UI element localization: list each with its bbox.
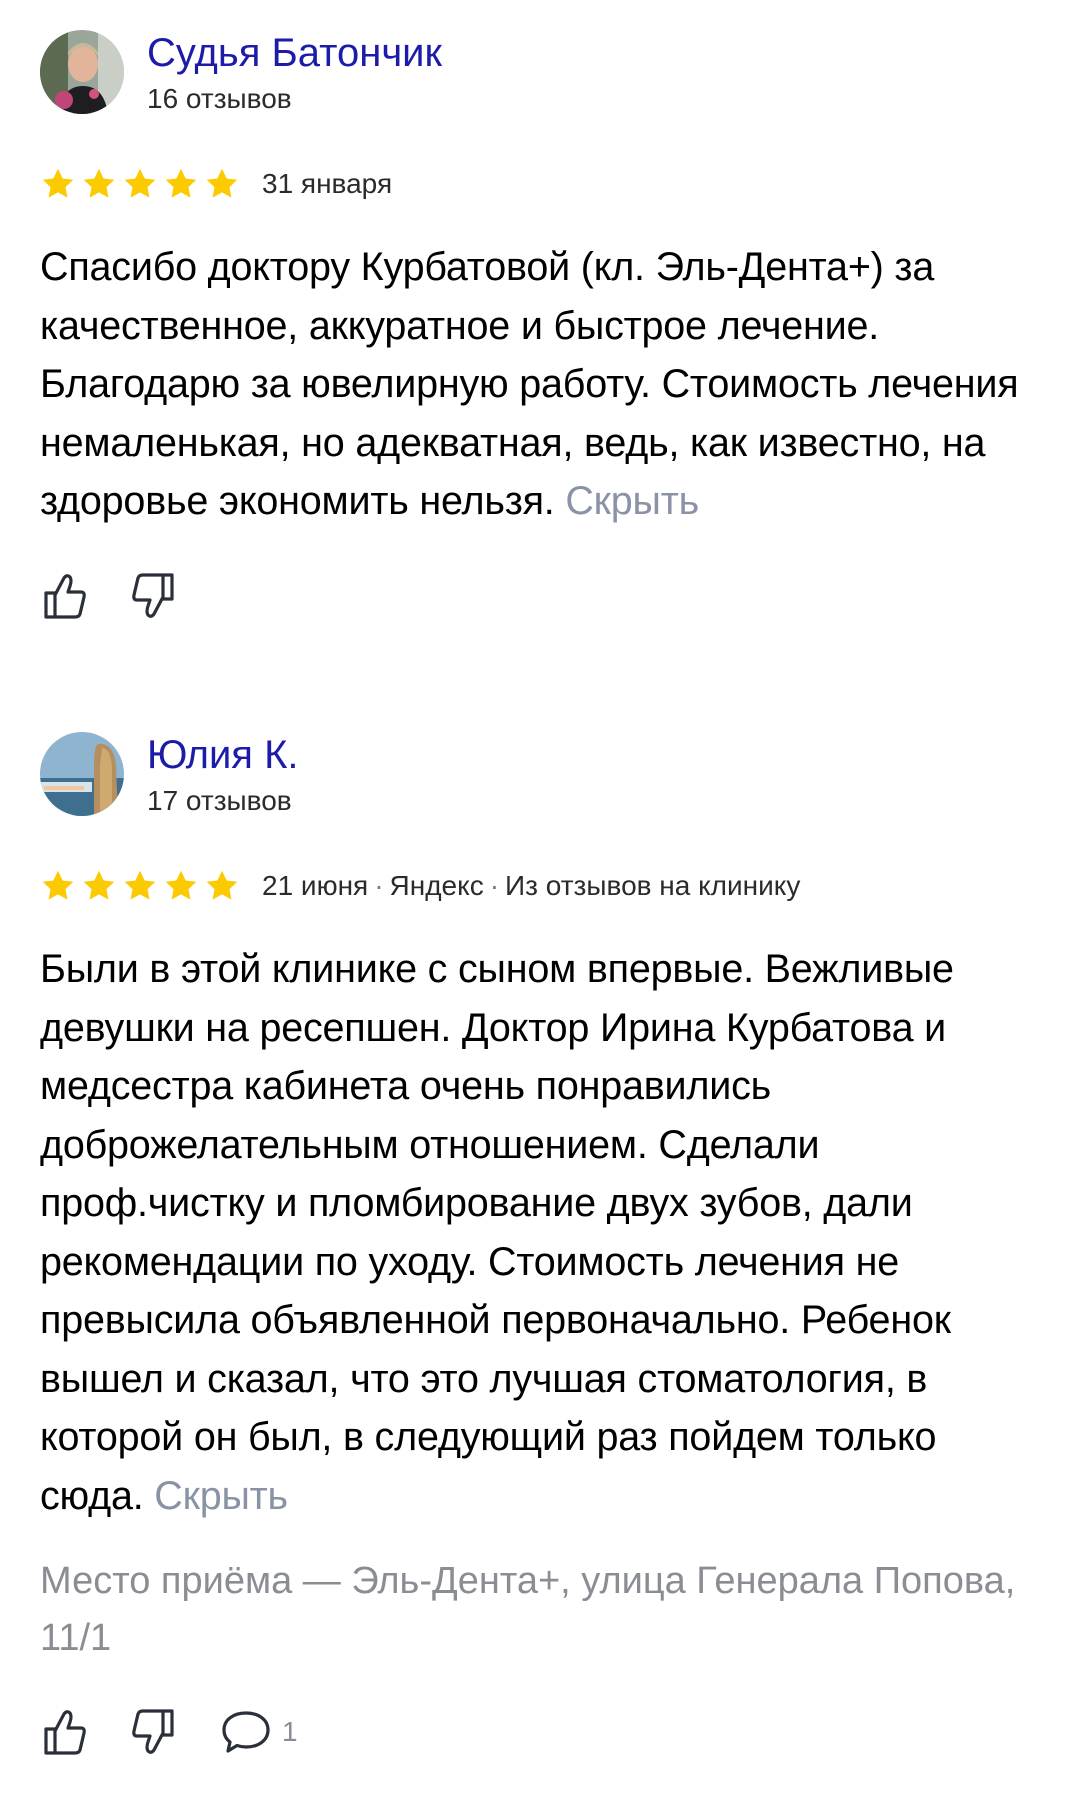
hide-review-link[interactable]: Скрыть bbox=[154, 1474, 288, 1518]
author-row: Судья Батончик 16 отзывов bbox=[40, 30, 1050, 116]
review-card: Судья Батончик 16 отзывов 31 января Спас… bbox=[40, 30, 1050, 623]
star-icon bbox=[42, 870, 74, 900]
comment-icon bbox=[222, 1711, 270, 1753]
star-icon bbox=[83, 168, 115, 198]
comment-button[interactable]: 1 bbox=[220, 1707, 298, 1757]
author-reviews-count: 16 отзывов bbox=[147, 83, 292, 114]
rating-stars bbox=[40, 166, 240, 202]
author-name[interactable]: Судья Батончик bbox=[147, 30, 442, 76]
review-card: Юлия К. 17 отзывов 21 июня · Яндекс · Из… bbox=[40, 732, 1050, 1759]
meta-separator: · bbox=[489, 870, 500, 901]
meta-separator: · bbox=[374, 870, 384, 901]
rating-stars bbox=[40, 868, 240, 904]
review-text: Были в этой клинике с сыном впервые. Веж… bbox=[40, 940, 1050, 1525]
review-source: Яндекс bbox=[389, 870, 484, 901]
dislike-button[interactable] bbox=[130, 1707, 178, 1757]
review-source-note: Из отзывов на клинику bbox=[505, 870, 801, 901]
star-icon bbox=[83, 870, 115, 900]
author-name[interactable]: Юлия К. bbox=[147, 732, 298, 778]
author-row: Юлия К. 17 отзывов bbox=[40, 732, 1050, 818]
star-icon bbox=[206, 168, 238, 198]
review-date: 31 января bbox=[262, 168, 393, 199]
review-meta: 21 июня · Яндекс · Из отзывов на клинику bbox=[40, 862, 1050, 910]
dislike-icon bbox=[132, 572, 174, 618]
review-body: Спасибо доктору Курбатовой (кл. Эль-Дент… bbox=[40, 245, 1019, 523]
like-icon bbox=[44, 573, 86, 619]
hide-review-link[interactable]: Скрыть bbox=[565, 479, 699, 523]
like-button[interactable] bbox=[40, 1707, 88, 1757]
review-actions bbox=[40, 569, 1050, 623]
like-button[interactable] bbox=[40, 571, 88, 621]
review-actions: 1 bbox=[40, 1705, 1050, 1759]
review-meta: 31 января bbox=[40, 160, 1050, 208]
star-icon bbox=[42, 168, 74, 198]
like-icon bbox=[44, 1710, 86, 1755]
author-reviews-count: 17 отзывов bbox=[147, 785, 292, 816]
star-icon bbox=[124, 168, 156, 198]
dislike-button[interactable] bbox=[130, 571, 178, 621]
star-icon bbox=[165, 168, 197, 198]
visit-place: Место приёма — Эль-Дента+, улица Генерал… bbox=[40, 1560, 1016, 1659]
comment-count: 1 bbox=[282, 1716, 298, 1747]
review-body: Были в этой клинике с сыном впервые. Веж… bbox=[40, 947, 954, 1518]
star-icon bbox=[165, 870, 197, 900]
star-icon bbox=[206, 870, 238, 900]
dislike-icon bbox=[132, 1709, 174, 1754]
review-date: 21 июня bbox=[262, 870, 369, 901]
avatar[interactable] bbox=[40, 732, 124, 816]
review-text: Спасибо доктору Курбатовой (кл. Эль-Дент… bbox=[40, 238, 1050, 531]
star-icon bbox=[124, 870, 156, 900]
avatar[interactable] bbox=[40, 30, 124, 114]
